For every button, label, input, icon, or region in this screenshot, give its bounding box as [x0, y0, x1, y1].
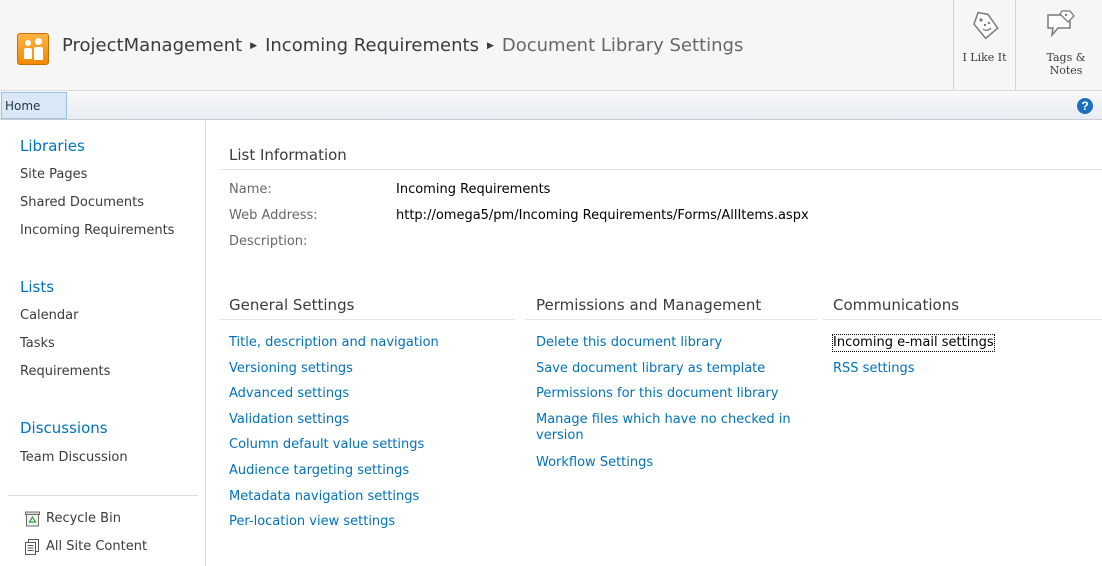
quick-launch-lists-heading[interactable]: Lists [20, 278, 54, 296]
quick-launch-libraries-heading[interactable]: Libraries [20, 137, 85, 155]
quick-launch-item-tasks[interactable]: Tasks [20, 336, 55, 351]
name-label: Name: [229, 182, 272, 197]
quick-launch-item-requirements[interactable]: Requirements [20, 364, 110, 379]
quick-launch-discussions-heading[interactable]: Discussions [20, 419, 108, 437]
title-description-navigation-link[interactable]: Title, description and navigation [229, 335, 439, 351]
all-site-content-link[interactable]: All Site Content [25, 539, 148, 555]
tag-smile-icon [972, 11, 999, 40]
manage-unchecked-files-link[interactable]: Manage files which have no checked in ve… [536, 412, 811, 444]
tag-note-icon [1047, 10, 1075, 38]
advanced-settings-link[interactable]: Advanced settings [229, 386, 349, 402]
general-settings-title: General Settings [229, 296, 355, 314]
help-icon[interactable]: ? [1077, 98, 1093, 114]
name-value: Incoming Requirements [396, 182, 551, 197]
quick-launch-item-calendar[interactable]: Calendar [20, 308, 78, 323]
all-site-content-label: All Site Content [46, 539, 148, 554]
title-bar: ProjectManagement ▶ Incoming Requirements ▶… [0, 0, 1102, 91]
ribbon-tab-row: Home ? [0, 91, 1102, 120]
i-like-it-label: I Like It [962, 51, 1007, 64]
tags-and-notes-button[interactable]: Tags & Notes [1015, 0, 1102, 90]
web-address-label: Web Address: [229, 208, 318, 223]
recycle-bin-link[interactable]: Recycle Bin [25, 511, 121, 527]
description-label: Description: [229, 234, 308, 249]
metadata-navigation-settings-link[interactable]: Metadata navigation settings [229, 489, 419, 505]
web-address-value: http://omega5/pm/Incoming Requirements/F… [396, 208, 809, 223]
list-information-divider [219, 169, 1102, 170]
library-permissions-link[interactable]: Permissions for this document library [536, 386, 778, 402]
column-default-value-settings-link[interactable]: Column default value settings [229, 437, 424, 453]
permissions-management-title: Permissions and Management [536, 296, 762, 314]
audience-targeting-settings-link[interactable]: Audience targeting settings [229, 463, 409, 479]
i-like-it-button[interactable]: I Like It [953, 0, 1015, 90]
permissions-management-divider [525, 319, 817, 320]
breadcrumb-current-page: Document Library Settings [501, 35, 744, 56]
tab-home[interactable]: Home [1, 92, 67, 119]
communications-title: Communications [833, 296, 960, 314]
validation-settings-link[interactable]: Validation settings [229, 412, 349, 428]
save-library-as-template-link[interactable]: Save document library as template [536, 361, 765, 377]
quick-launch-item-site-pages[interactable]: Site Pages [20, 167, 87, 182]
general-settings-divider [219, 319, 515, 320]
breadcrumb-site-link[interactable]: ProjectManagement [62, 35, 242, 56]
main-content: List Information Name: Incoming Requirem… [207, 121, 1102, 566]
workflow-settings-link[interactable]: Workflow Settings [536, 455, 653, 471]
document-icon [25, 539, 39, 555]
breadcrumb-library-link[interactable]: Incoming Requirements [265, 35, 479, 56]
recycle-bin-icon [25, 511, 40, 527]
quick-launch-divider [8, 495, 198, 496]
recycle-bin-label: Recycle Bin [46, 511, 121, 526]
communications-divider [823, 319, 1102, 320]
tags-and-notes-label: Tags & Notes [1030, 51, 1102, 77]
incoming-email-settings-link[interactable]: Incoming e-mail settings [832, 334, 995, 352]
quick-launch-item-team-discussion[interactable]: Team Discussion [20, 450, 128, 465]
quick-launch: Libraries Site Pages Shared Documents In… [0, 121, 206, 566]
quick-launch-item-shared-documents[interactable]: Shared Documents [20, 195, 144, 210]
tags-label-line2: Notes [1049, 64, 1083, 77]
breadcrumb-separator-icon: ▶ [486, 41, 494, 51]
per-location-view-settings-link[interactable]: Per-location view settings [229, 514, 395, 530]
rss-settings-link[interactable]: RSS settings [833, 361, 915, 377]
breadcrumb: ProjectManagement ▶ Incoming Requirements ▶… [62, 35, 743, 56]
versioning-settings-link[interactable]: Versioning settings [229, 361, 353, 377]
list-information-title: List Information [229, 146, 347, 164]
breadcrumb-separator-icon: ▶ [250, 41, 258, 51]
site-logo-icon[interactable] [17, 33, 49, 65]
delete-document-library-link[interactable]: Delete this document library [536, 335, 722, 351]
quick-launch-item-incoming-requirements[interactable]: Incoming Requirements [20, 223, 174, 238]
tags-label-line1: Tags & [1046, 51, 1086, 64]
